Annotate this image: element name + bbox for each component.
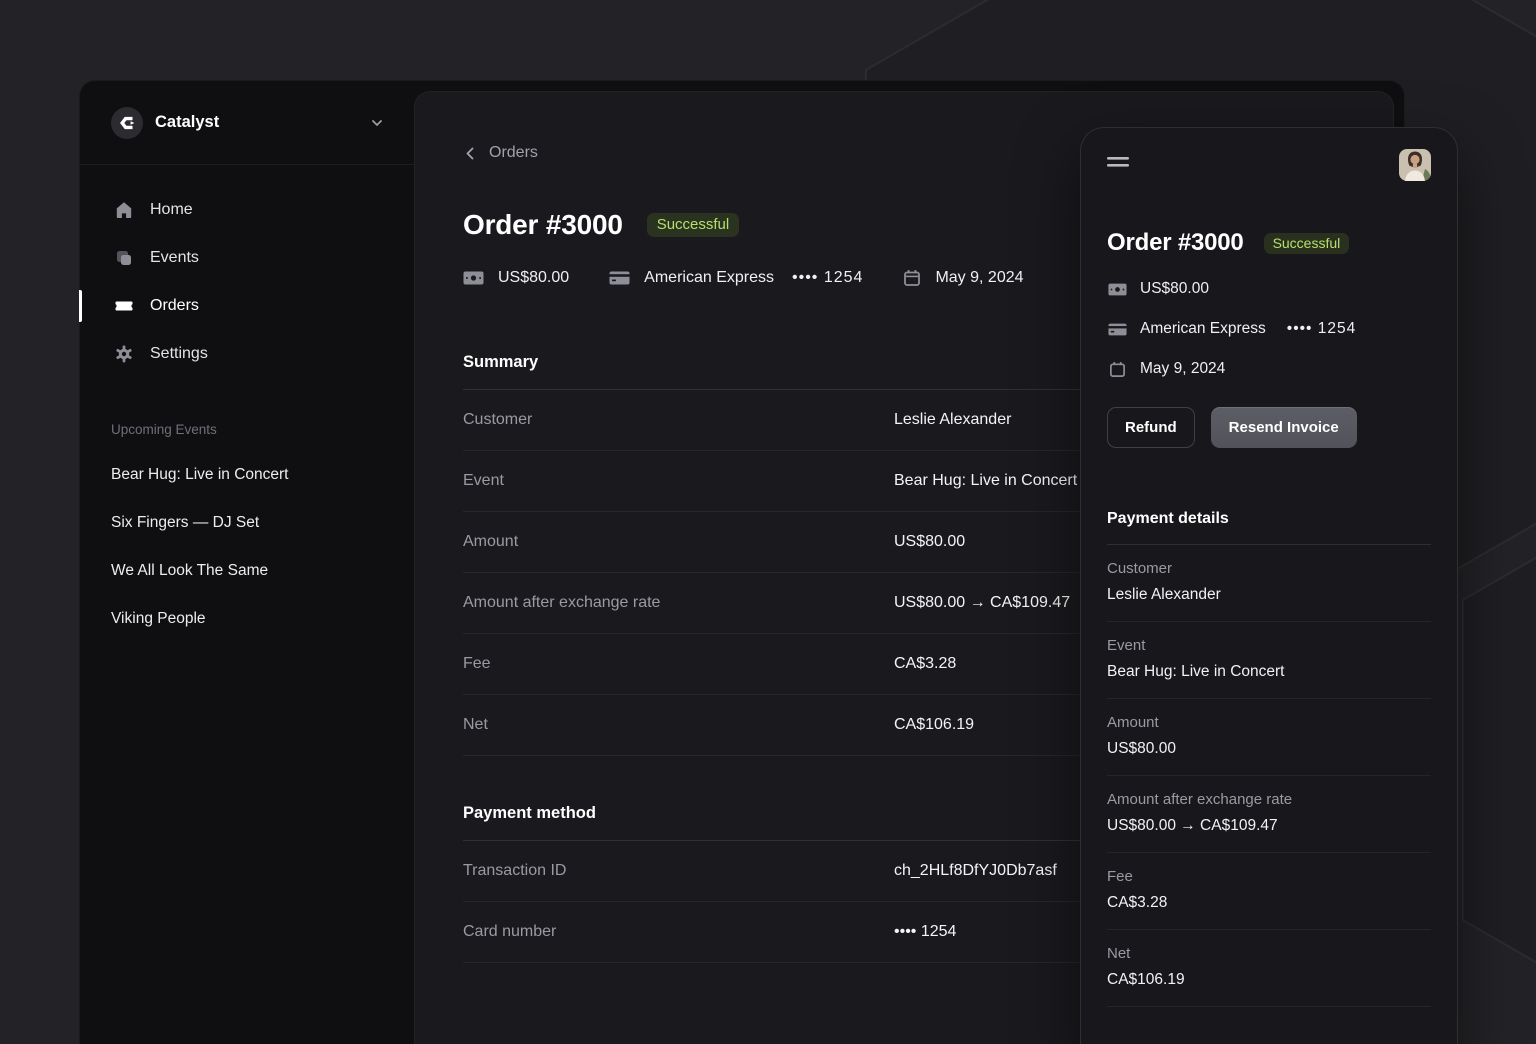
row-label: Net (463, 716, 894, 734)
ticket-icon (114, 296, 134, 316)
resend-invoice-button[interactable]: Resend Invoice (1211, 407, 1357, 448)
sidebar-event-link[interactable]: Viking People (111, 595, 390, 643)
panel-status-badge: Successful (1264, 233, 1350, 254)
detail-value: US$80.00 (1107, 740, 1431, 758)
workspace-switcher[interactable]: Catalyst (80, 81, 414, 165)
row-label: Amount (463, 533, 894, 551)
sidebar-event-link[interactable]: Six Fingers — DJ Set (111, 499, 390, 547)
sidebar-item-events[interactable]: Events (80, 234, 414, 282)
panel-card: American Express •••• 1254 (1107, 309, 1431, 349)
sidebar-item-label: Home (150, 201, 193, 219)
panel-date-text: May 9, 2024 (1140, 360, 1225, 378)
detail-label: Amount after exchange rate (1107, 791, 1431, 808)
upcoming-events-section: Upcoming Events Bear Hug: Live in Concer… (80, 378, 414, 643)
banknote-icon (463, 270, 484, 286)
breadcrumb-label: Orders (489, 144, 538, 162)
sidebar-item-label: Settings (150, 345, 208, 363)
menu-icon[interactable] (1107, 153, 1129, 171)
order-amount-text: US$80.00 (498, 269, 569, 287)
payment-detail-item: Fee CA$3.28 (1107, 853, 1431, 930)
sidebar-event-link[interactable]: We All Look The Same (111, 547, 390, 595)
panel-amount-text: US$80.00 (1140, 280, 1209, 298)
payment-detail-item: Net CA$106.19 (1107, 930, 1431, 1007)
row-label: Customer (463, 411, 894, 429)
sidebar: Catalyst Home Events (80, 81, 414, 1044)
panel-card-brand: American Express (1140, 320, 1266, 338)
order-card: American Express •••• 1254 (609, 269, 863, 287)
panel-date: May 9, 2024 (1107, 349, 1431, 389)
brand-name: Catalyst (155, 113, 219, 132)
events-icon (114, 248, 134, 268)
payment-details-heading: Payment details (1107, 510, 1431, 528)
calendar-icon (903, 269, 921, 287)
sidebar-nav: Home Events Orders (80, 165, 414, 378)
detail-value: Bear Hug: Live in Concert (1107, 663, 1431, 681)
payment-detail-item: Customer Leslie Alexander (1107, 545, 1431, 622)
order-date: May 9, 2024 (903, 269, 1023, 287)
panel-order-title: Order #3000 (1107, 229, 1244, 257)
payment-detail-item: Event Bear Hug: Live in Concert (1107, 622, 1431, 699)
panel-amount: US$80.00 (1107, 269, 1431, 309)
panel-order-meta: US$80.00 American Express •••• 1254 (1107, 269, 1431, 389)
calendar-icon (1107, 361, 1127, 378)
detail-value: Leslie Alexander (1107, 586, 1431, 604)
order-amount: US$80.00 (463, 269, 569, 287)
detail-value: CA$3.28 (1107, 894, 1431, 912)
detail-label: Fee (1107, 868, 1431, 885)
user-avatar[interactable] (1399, 149, 1431, 181)
active-indicator (79, 290, 82, 322)
credit-card-icon (609, 270, 630, 286)
detail-label: Net (1107, 945, 1431, 962)
page-title: Order #3000 (463, 209, 623, 241)
home-icon (114, 200, 134, 220)
sidebar-item-settings[interactable]: Settings (80, 330, 414, 378)
sidebar-item-label: Events (150, 249, 199, 267)
card-last4: •••• 1254 (792, 269, 863, 287)
row-label: Card number (463, 923, 894, 941)
panel-card-last4: •••• 1254 (1287, 320, 1357, 338)
gear-icon (114, 344, 134, 364)
row-label: Amount after exchange rate (463, 594, 894, 612)
refund-button[interactable]: Refund (1107, 407, 1195, 448)
chevron-left-icon (463, 146, 478, 161)
credit-card-icon (1107, 322, 1127, 337)
banknote-icon (1107, 282, 1127, 297)
detail-label: Event (1107, 637, 1431, 654)
mobile-order-panel: Order #3000 Successful US$80.00 (1080, 127, 1458, 1044)
sidebar-item-label: Orders (150, 297, 199, 315)
detail-label: Amount (1107, 714, 1431, 731)
order-date-text: May 9, 2024 (935, 269, 1023, 287)
catalyst-logo-icon (111, 107, 143, 139)
sidebar-item-home[interactable]: Home (80, 186, 414, 234)
card-brand: American Express (644, 269, 774, 287)
sidebar-event-link[interactable]: Bear Hug: Live in Concert (111, 451, 390, 499)
detail-label: Customer (1107, 560, 1431, 577)
upcoming-events-heading: Upcoming Events (111, 422, 390, 437)
payment-detail-item: Amount US$80.00 (1107, 699, 1431, 776)
status-badge: Successful (647, 213, 740, 237)
row-label: Fee (463, 655, 894, 673)
row-label: Event (463, 472, 894, 490)
payment-detail-item: Amount after exchange rate US$80.00 → CA… (1107, 776, 1431, 853)
detail-value: US$80.00 → CA$109.47 (1107, 817, 1431, 835)
sidebar-item-orders[interactable]: Orders (80, 282, 414, 330)
detail-value: CA$106.19 (1107, 971, 1431, 989)
chevron-down-icon (370, 116, 384, 130)
row-label: Transaction ID (463, 862, 894, 880)
